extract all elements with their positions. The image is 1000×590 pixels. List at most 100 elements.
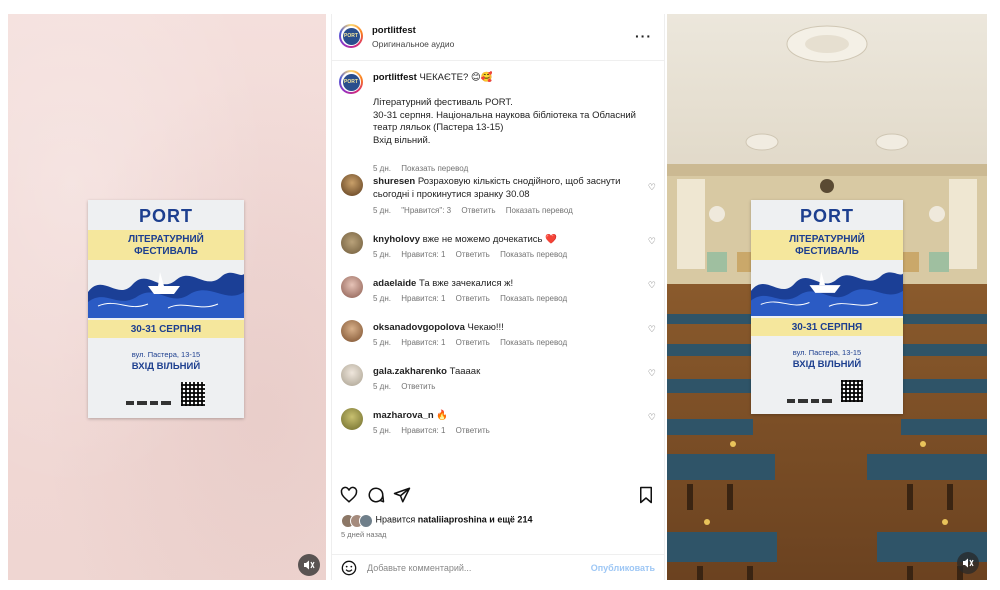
comment-text: Чекаю!!! [467,322,504,333]
comment-time: 5 дн. [373,294,391,303]
comment-reply[interactable]: Ответить [401,382,435,391]
caption-line: 30-31 серпня. Національна наукова бібліо… [373,109,636,121]
comment-like-heart-icon[interactable]: ♡ [648,324,656,335]
comment-text: Таааак [449,366,481,377]
comment-icon[interactable] [367,486,385,504]
post-date: 5 дней назад [341,530,387,539]
comment-time: 5 дн. [373,206,391,215]
comment-translate[interactable]: Показать перевод [500,294,567,303]
heart-icon[interactable] [340,486,358,504]
comment-avatar[interactable] [341,232,363,254]
comment-input[interactable]: Добавьте комментарий... [367,563,471,573]
poster-address: вул. Пастера, 13-15 [131,350,201,359]
comment-username[interactable]: shuresen [373,176,415,187]
likes-user[interactable]: nataliiaproshina [418,514,487,524]
poster-title-line2: ФЕСТИВАЛЬ [795,246,859,257]
caption-line: Вхід вільний. [373,134,431,146]
festival-poster: PORT ЛІТЕРАТУРНИЙ ФЕСТИВАЛЬ 30-31 СЕРПНЯ… [751,200,903,414]
share-icon[interactable] [393,486,411,504]
comment-translate[interactable]: Показать перевод [506,206,573,215]
post-panel: PORT portlitfest Оригинальное аудио ··· … [331,14,665,580]
poster-title-line1: ЛІТЕРАТУРНИЙ [128,234,204,245]
left-media-image[interactable]: PORT ЛІТЕРАТУРНИЙ ФЕСТИВАЛЬ 30-31 СЕРПНЯ… [8,14,326,580]
comment-like-heart-icon[interactable]: ♡ [648,236,656,247]
comment-avatar[interactable] [341,276,363,298]
poster-free-entry: ВХІД ВІЛЬНИЙ [792,359,862,370]
comment-time: 5 дн. [373,250,391,259]
comment-time: 5 дн. [373,382,391,391]
comment-avatar[interactable] [341,320,363,342]
poster-title-line1: ЛІТЕРАТУРНИЙ [789,234,865,245]
poster-title-line2: ФЕСТИВАЛЬ [134,246,198,257]
post-action-bar [332,486,664,512]
comment-reply[interactable]: Ответить [456,338,490,347]
comment-username[interactable]: knyholovy [373,234,420,245]
likes-suffix[interactable]: и ещё 214 [489,514,532,524]
caption-line: театр ляльок (Пастера 13-15) [373,122,504,133]
poster-wave-illustration [751,271,903,316]
mute-button[interactable] [298,554,320,576]
comment-time: 5 дн. [373,338,391,347]
comment-like-heart-icon[interactable]: ♡ [648,368,656,379]
comment-username[interactable]: oksanadovgopolova [373,322,465,333]
poster-wave-illustration [88,272,244,318]
author-avatar[interactable]: PORT [339,24,363,48]
post-header: PORT portlitfest Оригинальное аудио ··· [332,14,664,61]
likes-summary[interactable]: Нравится nataliiaproshina и ещё 214 [341,514,532,528]
mute-button[interactable] [957,552,979,574]
port-logo-icon: PORT [342,73,360,91]
comment-username[interactable]: adaelaide [373,278,416,289]
header-username[interactable]: portlitfest [372,25,416,36]
publish-button[interactable]: Опубликовать [591,563,655,573]
comment-likes[interactable]: Нравится: 1 [401,338,445,347]
liker-avatars [341,514,373,528]
festival-poster: PORT ЛІТЕРАТУРНИЙ ФЕСТИВАЛЬ 30-31 СЕРПНЯ… [88,200,244,418]
comment-avatar[interactable] [341,364,363,386]
poster-free-entry: ВХІД ВІЛЬНИЙ [131,361,201,372]
comment-like-heart-icon[interactable]: ♡ [648,280,656,291]
caption-translate-link[interactable]: Показать перевод [401,164,468,173]
comment-username[interactable]: gala.zakharenko [373,366,447,377]
comment-like-heart-icon[interactable]: ♡ [648,182,656,193]
comment-translate[interactable]: Показать перевод [500,250,567,259]
caption-avatar[interactable]: PORT [339,70,363,94]
comment-reply[interactable]: Ответить [456,294,490,303]
poster-logo: PORT [138,206,193,226]
comment-reply[interactable]: Ответить [456,250,490,259]
comment-translate[interactable]: Показать перевод [500,338,567,347]
comment-username[interactable]: mazharova_n [373,410,434,421]
poster-dates: 30-31 СЕРПНЯ [130,324,202,335]
caption-username[interactable]: portlitfest [373,72,417,83]
comment-reply[interactable]: Ответить [456,426,490,435]
poster-partner-logos [126,392,174,410]
comment-like-heart-icon[interactable]: ♡ [648,412,656,423]
comment-reply[interactable]: Ответить [461,206,495,215]
right-media-image[interactable]: PORT ЛІТЕРАТУРНИЙ ФЕСТИВАЛЬ 30-31 СЕРПНЯ… [667,14,987,580]
caption-first-line: ЧЕКАЄТЕ? 😊🥰 [419,72,493,83]
add-comment-bar: Добавьте комментарий... Опубликовать [332,554,664,581]
speaker-muted-icon [963,558,974,568]
likes-prefix: Нравится [375,514,416,525]
comment-time: 5 дн. [373,426,391,435]
original-audio-link[interactable]: Оригинальное аудио [372,39,454,49]
poster-address: вул. Пастера, 13-15 [792,348,862,357]
speaker-muted-icon [304,560,315,570]
poster-qr-code [841,380,863,402]
comment-likes[interactable]: Нравится: 1 [401,426,445,435]
emoji-icon[interactable] [341,560,357,576]
comment-text: Та вже зачекалися ж! [418,278,514,289]
comment-likes[interactable]: Нравится: 1 [401,294,445,303]
comment-text: 🔥 [436,410,449,421]
comment-likes[interactable]: "Нравится": 3 [401,206,451,215]
bookmark-icon[interactable] [638,486,654,504]
comment-text: вже не можемо дочекатись ❤️ [422,234,557,245]
comment-likes[interactable]: Нравится: 1 [401,250,445,259]
comment-avatar[interactable] [341,174,363,196]
caption-line: Літературний фестиваль PORT. [373,97,513,108]
more-options-icon[interactable]: ··· [635,28,652,44]
poster-partner-logos [787,390,835,408]
comment-avatar[interactable] [341,408,363,430]
port-logo-icon: PORT [342,27,360,45]
poster-dates: 30-31 СЕРПНЯ [791,322,863,333]
poster-qr-code [181,382,205,406]
